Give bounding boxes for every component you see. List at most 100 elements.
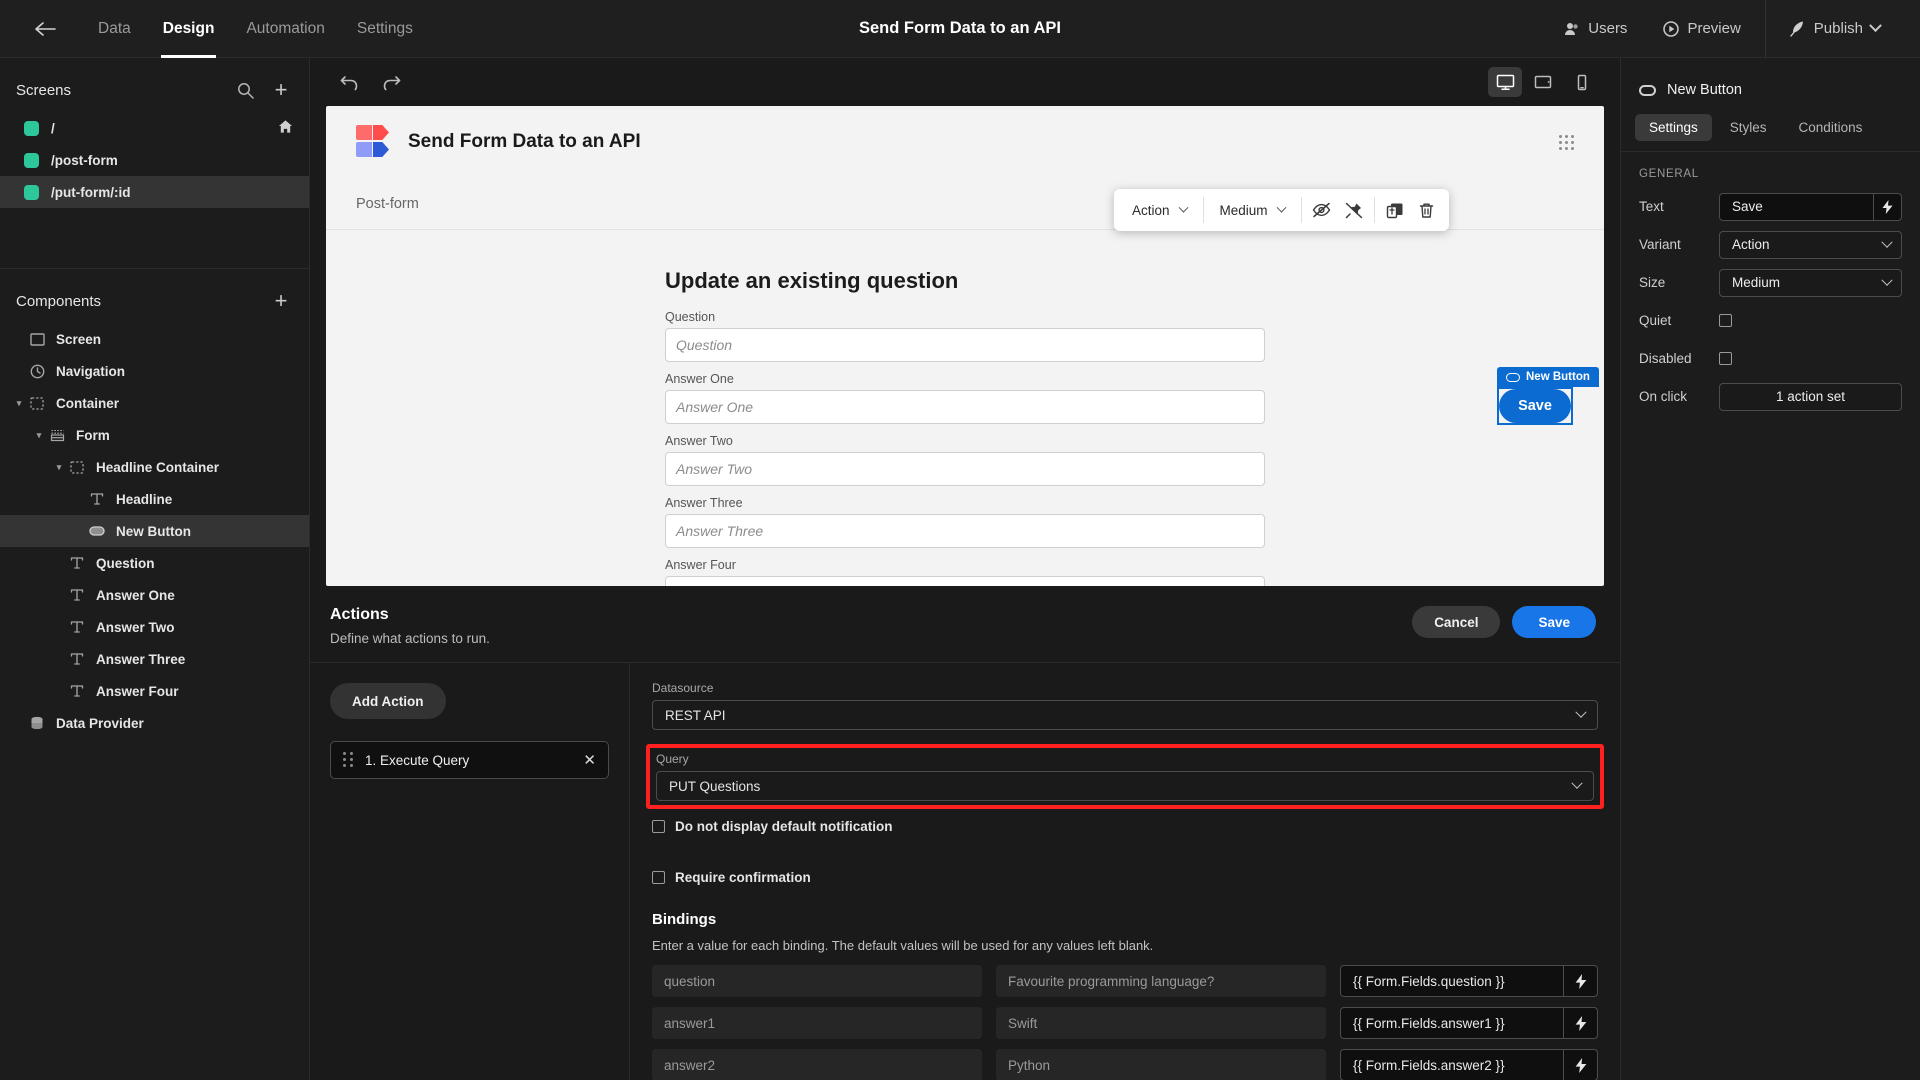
chevron-down-icon[interactable]: ▾ <box>32 430 46 441</box>
binding-bolt-icon[interactable] <box>1563 1050 1597 1080</box>
app-preview-canvas[interactable]: Send Form Data to an API Post-form Updat… <box>326 106 1604 586</box>
tab-settings-panel[interactable]: Settings <box>1635 114 1712 141</box>
size-setting-label: Size <box>1639 275 1666 290</box>
form-field-input[interactable]: Answer Four <box>665 576 1265 586</box>
onclick-action-button[interactable]: 1 action set <box>1719 382 1902 411</box>
tab-settings[interactable]: Settings <box>341 0 429 58</box>
component-item-form[interactable]: ▾ Form <box>0 419 309 451</box>
binding-value: {{ Form.Fields.answer2 }} <box>1353 1057 1505 1073</box>
tab-data-label: Data <box>98 19 131 37</box>
binding-value-field[interactable]: {{ Form.Fields.question }} <box>1340 965 1598 997</box>
cancel-button[interactable]: Cancel <box>1412 606 1501 638</box>
quiet-setting-row: Quiet <box>1621 304 1920 337</box>
preview-form-area: Update an existing question Question Ques… <box>326 230 1604 586</box>
require-confirmation-checkbox[interactable] <box>652 871 665 884</box>
redo-icon[interactable] <box>374 67 408 97</box>
tablet-icon[interactable] <box>1526 67 1560 97</box>
binding-value-field[interactable]: {{ Form.Fields.answer2 }} <box>1340 1049 1598 1080</box>
tab-data[interactable]: Data <box>82 0 147 58</box>
add-screen-icon[interactable]: + <box>271 79 291 101</box>
no-default-notification-checkbox[interactable] <box>652 820 665 833</box>
binding-bolt-icon[interactable] <box>1563 1008 1597 1038</box>
save-button[interactable]: Save <box>1512 606 1596 638</box>
component-item-data-provider[interactable]: Data Provider <box>0 707 309 739</box>
component-item-question[interactable]: Question <box>0 547 309 579</box>
search-icon[interactable] <box>235 80 255 100</box>
require-confirmation-row[interactable]: Require confirmation <box>652 870 1598 885</box>
size-select[interactable]: Medium <box>1719 268 1902 297</box>
tab-automation[interactable]: Automation <box>230 0 340 58</box>
close-icon[interactable]: ✕ <box>583 751 596 769</box>
screen-item-post-form[interactable]: /post-form <box>0 144 309 176</box>
component-item-label: Headline Container <box>96 459 220 475</box>
binding-value: {{ Form.Fields.question }} <box>1353 973 1505 989</box>
chevron-down-icon[interactable]: ▾ <box>52 462 66 473</box>
component-item-answer-four[interactable]: Answer Four <box>0 675 309 707</box>
preview-button[interactable]: Preview <box>1645 13 1758 45</box>
undo-icon[interactable] <box>332 67 366 97</box>
tab-design[interactable]: Design <box>147 0 231 58</box>
binding-default-value: Python <box>996 1049 1326 1080</box>
desktop-icon[interactable] <box>1488 67 1522 97</box>
binding-name: answer2 <box>652 1049 982 1080</box>
form-field-input[interactable]: Question <box>665 328 1265 362</box>
tab-conditions-panel[interactable]: Conditions <box>1785 114 1877 141</box>
center-area: Send Form Data to an API Post-form Updat… <box>310 58 1620 1080</box>
query-select[interactable]: PUT Questions <box>656 771 1594 801</box>
form-field-input[interactable]: Answer One <box>665 390 1265 424</box>
eye-off-icon[interactable] <box>1306 195 1338 225</box>
no-default-notification-row[interactable]: Do not display default notification <box>652 819 1598 834</box>
trash-icon[interactable] <box>1411 195 1443 225</box>
chevron-down-icon[interactable]: ▾ <box>12 398 26 409</box>
datasource-select[interactable]: REST API <box>652 700 1598 730</box>
form-field-input[interactable]: Answer Three <box>665 514 1265 548</box>
left-sidebar: Screens + / /post-form /put-form/:id Com… <box>0 58 310 1080</box>
quiet-checkbox[interactable] <box>1719 314 1732 327</box>
screen-item-label: / <box>51 120 55 136</box>
component-item-screen[interactable]: Screen <box>0 323 309 355</box>
form-field-input[interactable]: Answer Two <box>665 452 1265 486</box>
canvas-save-button[interactable]: Save <box>1499 389 1571 423</box>
add-action-button[interactable]: Add Action <box>330 683 446 719</box>
right-panel-tabs: Settings Styles Conditions <box>1621 114 1920 152</box>
mobile-icon[interactable] <box>1564 67 1598 97</box>
text-field[interactable]: Save <box>1719 192 1902 221</box>
component-item-answer-two[interactable]: Answer Two <box>0 611 309 643</box>
text-setting-label: Text <box>1639 199 1664 214</box>
binding-value-field[interactable]: {{ Form.Fields.answer1 }} <box>1340 1007 1598 1039</box>
screen-item-put-form[interactable]: /put-form/:id <box>0 176 309 208</box>
binding-default-value: Favourite programming language? <box>996 965 1326 997</box>
add-component-icon[interactable]: + <box>271 290 291 312</box>
grid-menu-icon[interactable] <box>1559 134 1574 150</box>
component-item-container[interactable]: ▾ Container <box>0 387 309 419</box>
preview-nav-link[interactable]: Post-form <box>356 196 419 212</box>
component-item-headline[interactable]: Headline <box>0 483 309 515</box>
component-item-headline-container[interactable]: ▾ Headline Container <box>0 451 309 483</box>
binding-bolt-icon[interactable] <box>1873 193 1901 220</box>
action-item-execute-query[interactable]: 1. Execute Query ✕ <box>330 741 609 779</box>
size-setting-row: Size Medium <box>1621 266 1920 299</box>
binding-bolt-icon[interactable] <box>1563 966 1597 996</box>
unpin-icon[interactable] <box>1338 195 1370 225</box>
publish-button[interactable]: Publish <box>1772 13 1898 45</box>
component-item-navigation[interactable]: Navigation <box>0 355 309 387</box>
device-preview-group <box>1488 67 1598 97</box>
action-config-column: Datasource REST API Query PUT Questions <box>630 663 1620 1080</box>
duplicate-icon[interactable] <box>1379 195 1411 225</box>
disabled-checkbox[interactable] <box>1719 352 1732 365</box>
tab-styles-panel[interactable]: Styles <box>1716 114 1781 141</box>
screen-item-root[interactable]: / <box>0 112 309 144</box>
form-field-label: Answer Three <box>665 496 743 510</box>
component-item-answer-one[interactable]: Answer One <box>0 579 309 611</box>
variant-select[interactable]: Action <box>1719 230 1902 259</box>
component-item-new-button[interactable]: New Button <box>0 515 309 547</box>
component-item-label: New Button <box>116 523 191 539</box>
variant-dropdown[interactable]: Action <box>1120 196 1199 224</box>
users-button[interactable]: Users <box>1546 13 1645 45</box>
size-dropdown[interactable]: Medium <box>1208 196 1297 224</box>
back-button[interactable] <box>22 0 68 58</box>
drag-handle-icon[interactable] <box>343 752 353 768</box>
screen-icon <box>26 332 48 346</box>
component-item-answer-three[interactable]: Answer Three <box>0 643 309 675</box>
form-fields: Question Question Answer One Answer One Answ… <box>665 310 1265 586</box>
